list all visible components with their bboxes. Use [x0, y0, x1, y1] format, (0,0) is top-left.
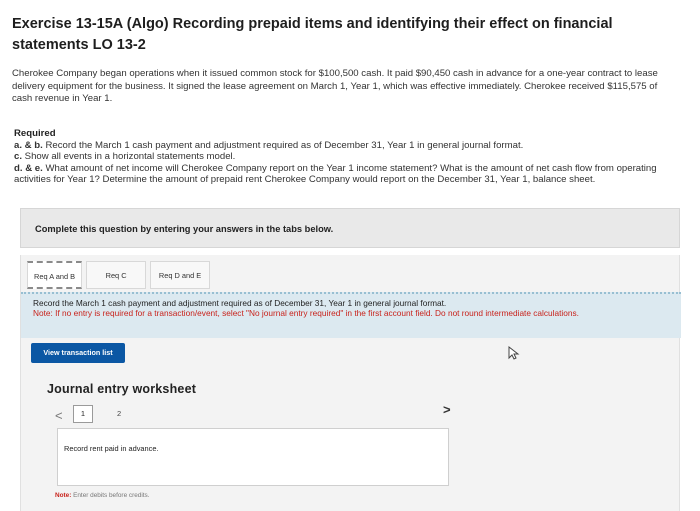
answer-panel: Req A and B Req C Req D and E Record the… [20, 255, 681, 511]
required-item-label: c. [14, 151, 23, 162]
required-heading: Required [14, 128, 56, 139]
worksheet-title: Journal entry worksheet [47, 382, 197, 396]
exercise-intro: Cherokee Company began operations when i… [12, 68, 658, 104]
entry-note-text: Enter debits before credits. [71, 492, 150, 499]
required-item-label: a. & b. [14, 139, 43, 151]
exercise-title: Exercise 13-15A (Algo) Recording prepaid… [12, 16, 613, 53]
instruction-main: Record the March 1 cash payment and adju… [33, 298, 447, 308]
required-item-text: Record the March 1 cash payment and adju… [42, 139, 524, 151]
instruction-box: Record the March 1 cash payment and adju… [21, 292, 681, 338]
next-entry-button[interactable]: > [443, 402, 451, 417]
required-item-de: d. & e. What amount of net income will C… [14, 163, 674, 186]
instruction-note: Note: If no entry is required for a tran… [33, 308, 579, 318]
complete-prompt-text: Complete this question by entering your … [35, 224, 334, 234]
required-item-text: Show all events in a horizontal statemen… [22, 151, 236, 162]
tab-req-a-and-b[interactable]: Req A and B [27, 261, 83, 289]
complete-prompt-box: Complete this question by entering your … [20, 208, 680, 248]
cursor-icon [508, 345, 520, 360]
required-item-ab: a. & b. Record the March 1 cash payment … [14, 140, 674, 152]
entry-description-box: Record rent paid in advance. [57, 428, 449, 486]
view-transaction-list-button[interactable]: View transaction list [31, 343, 125, 363]
entry-page-1[interactable]: 1 [73, 405, 93, 423]
entry-note-label: Note: [55, 492, 72, 499]
tab-req-c[interactable]: Req C [86, 261, 147, 289]
tab-req-d-and-e[interactable]: Req D and E [150, 261, 211, 289]
entry-note: Note: Enter debits before credits. [55, 492, 150, 499]
required-item-label: d. & e. [14, 162, 43, 174]
entry-page-2[interactable]: 2 [117, 409, 121, 418]
required-section: Required a. & b. Record the March 1 cash… [14, 128, 674, 186]
previous-entry-button[interactable]: < [55, 408, 63, 423]
required-item-text: What amount of net income will Cherokee … [14, 162, 657, 186]
requirement-tabs: Req A and B Req C Req D and E [27, 261, 214, 289]
required-item-c: c. Show all events in a horizontal state… [14, 151, 674, 163]
entry-description: Record rent paid in advance. [64, 444, 159, 453]
